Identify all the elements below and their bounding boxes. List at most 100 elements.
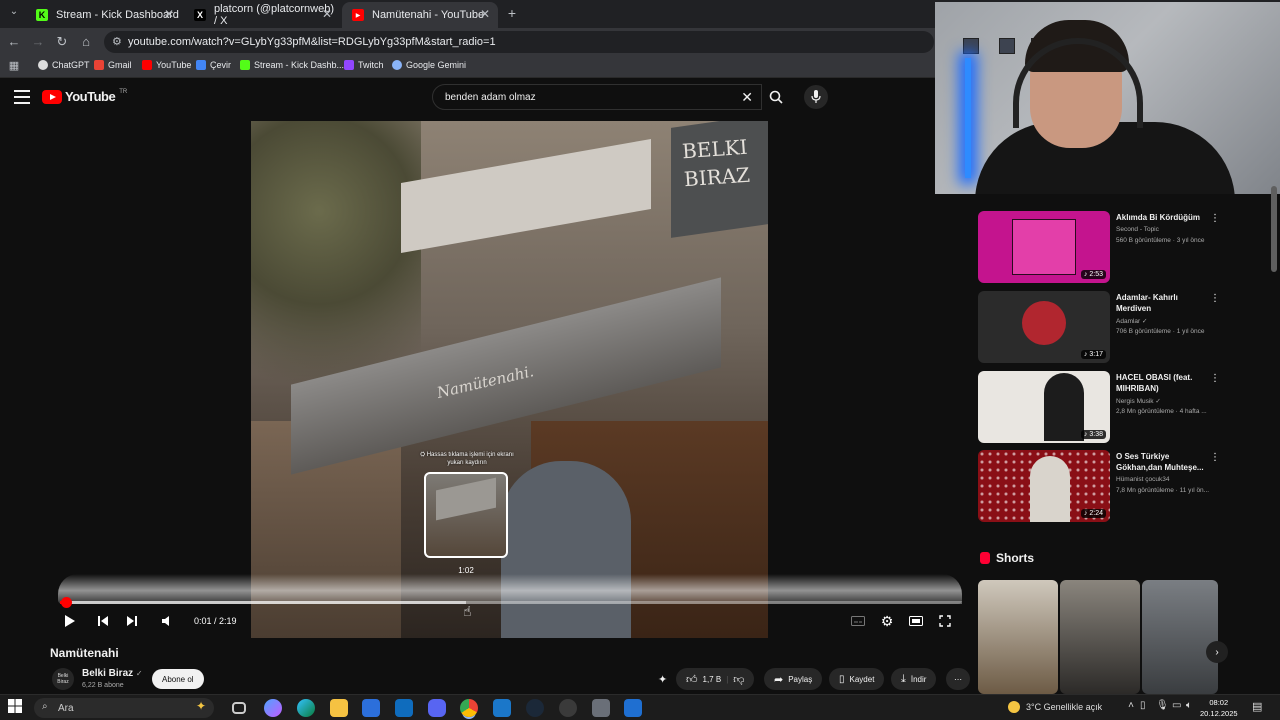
clear-search-icon[interactable]: ✕ [741,89,753,106]
close-tab-icon[interactable]: ✕ [164,7,174,21]
address-bar[interactable]: ⚙ youtube.com/watch?v=GLybYg33pfM&list=R… [104,31,934,53]
ask-ai-button[interactable]: ✦ [652,668,676,690]
more-vert-icon[interactable]: ⋮ [1210,373,1220,384]
led-light [965,58,971,178]
media-app-icon[interactable] [624,699,642,717]
recommendation-thumbnail[interactable]: ♪ 3:38 [978,371,1110,443]
steam-icon[interactable] [526,699,544,717]
play-button[interactable] [60,612,80,630]
weather-widget[interactable]: 3°C Genellikle açık [1008,701,1102,713]
apps-grid-icon[interactable]: ▦ [6,59,22,72]
tab-x-platcorn[interactable]: X platcorn (@platcornweb) / X ✕ [184,2,340,28]
discord-icon[interactable] [428,699,446,717]
new-tab-button[interactable]: + [504,5,520,21]
like-button[interactable]: 👍︎ 1,7 B | 👎︎ [676,668,755,690]
tab-kick-dashboard[interactable]: K Stream - Kick Dashboard ✕ [26,2,182,28]
short-thumbnail[interactable] [1060,580,1140,694]
voice-search-button[interactable] [804,85,828,109]
notifications-icon[interactable]: ▤ [1252,700,1270,718]
search-button[interactable] [762,84,790,110]
channel-name[interactable]: Belki Biraz ✓ [82,668,143,679]
more-vert-icon[interactable]: ⋮ [1210,213,1220,224]
recommendation-thumbnail[interactable]: ♪ 2:24 [978,450,1110,522]
hamburger-menu-icon[interactable] [14,90,30,104]
progress-scrubber-handle[interactable] [61,597,73,608]
progress-bar[interactable] [60,597,962,608]
recommendation-item[interactable]: ♪ 3:38 HACEL OBASI (feat. MIHRIBAN) Nerg… [978,371,1220,443]
recommendation-channel[interactable]: Nergis Musik ✓ [1116,397,1161,405]
game-app-icon[interactable] [559,699,577,717]
subtitles-button[interactable] [848,612,868,630]
chrome-icon[interactable] [460,699,478,717]
system-clock[interactable]: 08:02 20.12.2025 [1200,697,1238,719]
file-explorer-icon[interactable] [330,699,348,717]
bookmark-kick[interactable]: Stream - Kick Dashb... [240,60,344,70]
progress-buffer [60,601,466,604]
bookmark-chatgpt[interactable]: ChatGPT [38,60,90,70]
close-tab-icon[interactable]: ✕ [322,7,332,21]
recommendation-title[interactable]: Aklımda Bi Kördüğüm [1116,212,1212,223]
forward-icon[interactable]: → [30,34,46,49]
task-view-icon[interactable] [232,702,246,714]
short-thumbnail[interactable] [1142,580,1218,694]
store-icon[interactable] [362,699,380,717]
settings-button[interactable]: ⚙ [877,612,897,630]
chevron-up-icon[interactable]: ˄ [1122,700,1140,718]
taskbar-search-input[interactable]: ⌕ Ara ✦ [34,698,214,718]
video-player[interactable]: BELKI BIRAZ Namütenahi. [251,121,768,638]
recommendation-thumbnail[interactable]: ♪ 3:17 [978,291,1110,363]
save-button[interactable]: ▯ Kaydet [829,668,885,690]
tab-label: Stream - Kick Dashboard [56,9,179,21]
reload-icon[interactable]: ↻ [54,34,70,50]
edge-icon[interactable] [297,699,315,717]
subscribe-button[interactable]: Abone ol [152,669,204,689]
recommendation-channel[interactable]: Adamlar ✓ [1116,317,1147,325]
youtube-logo[interactable]: YouTube TR [42,89,127,104]
more-vert-icon[interactable]: ⋮ [1210,452,1220,463]
short-thumbnail[interactable] [978,580,1058,694]
recommendation-title[interactable]: O Ses Türkiye Gökhan,dan Muhteşe... [1116,451,1212,473]
more-vert-icon[interactable]: ⋮ [1210,293,1220,304]
bookmark-translate[interactable]: Çevir [196,60,231,70]
more-actions-button[interactable]: ⋯ [946,668,970,690]
kick-favicon-icon: K [36,9,48,21]
tab-youtube-active[interactable]: ▶ Namütenahi - YouTube ✕ [342,2,498,28]
tab-search-icon[interactable]: ⌄ [6,6,22,17]
site-info-icon[interactable]: ⚙ [112,35,122,48]
bookmark-gemini[interactable]: Google Gemini [392,60,466,70]
home-icon[interactable]: ⌂ [78,34,94,49]
system-app-icon[interactable] [592,699,610,717]
photoshop-icon[interactable] [493,699,511,717]
thumbs-down-icon[interactable]: 👎︎ [733,673,744,686]
channel-avatar[interactable]: Belki Biraz [52,668,74,690]
next-button[interactable] [122,612,142,630]
chevron-right-icon[interactable]: › [1206,641,1228,663]
kick-icon [240,60,250,70]
volume-button[interactable] [157,612,177,630]
search-input[interactable]: benden adam olmaz ✕ [432,84,762,110]
recommendation-channel[interactable]: Hümanist çocuk34 [1116,476,1169,483]
bookmark-twitch[interactable]: Twitch [344,60,384,70]
fullscreen-button[interactable] [935,612,955,630]
copilot-icon[interactable] [264,699,282,717]
recommendation-item[interactable]: ♪ 3:17 Adamlar- Kahırlı Merdiven Adamlar… [978,291,1220,363]
page-scrollbar[interactable] [1271,186,1277,272]
recommendation-title[interactable]: Adamlar- Kahırlı Merdiven [1116,292,1212,314]
previous-button[interactable] [93,612,113,630]
theater-mode-button[interactable] [906,612,926,630]
share-button[interactable]: ➦ Paylaş [764,668,823,690]
back-icon[interactable]: ← [6,34,22,49]
recommendation-item[interactable]: ♪ 2:24 O Ses Türkiye Gökhan,dan Muhteşe.… [978,450,1220,522]
recommendation-title[interactable]: HACEL OBASI (feat. MIHRIBAN) [1116,372,1212,394]
download-button[interactable]: ⤓ İndir [891,668,937,690]
recommendation-item[interactable]: ♪ 2:53 Aklımda Bi Kördüğüm Second - Topi… [978,211,1220,283]
recommendation-channel[interactable]: Second - Topic [1116,226,1159,233]
outlook-icon[interactable] [395,699,413,717]
windows-start-icon[interactable] [8,699,26,717]
recommendation-thumbnail[interactable]: ♪ 2:53 [978,211,1110,283]
bookmark-gmail[interactable]: Gmail [94,60,132,70]
close-tab-icon[interactable]: ✕ [480,7,490,21]
duration-badge: ♪ 3:38 [1080,430,1106,439]
bookmark-youtube[interactable]: YouTube [142,60,191,70]
chatgpt-icon [38,60,48,70]
